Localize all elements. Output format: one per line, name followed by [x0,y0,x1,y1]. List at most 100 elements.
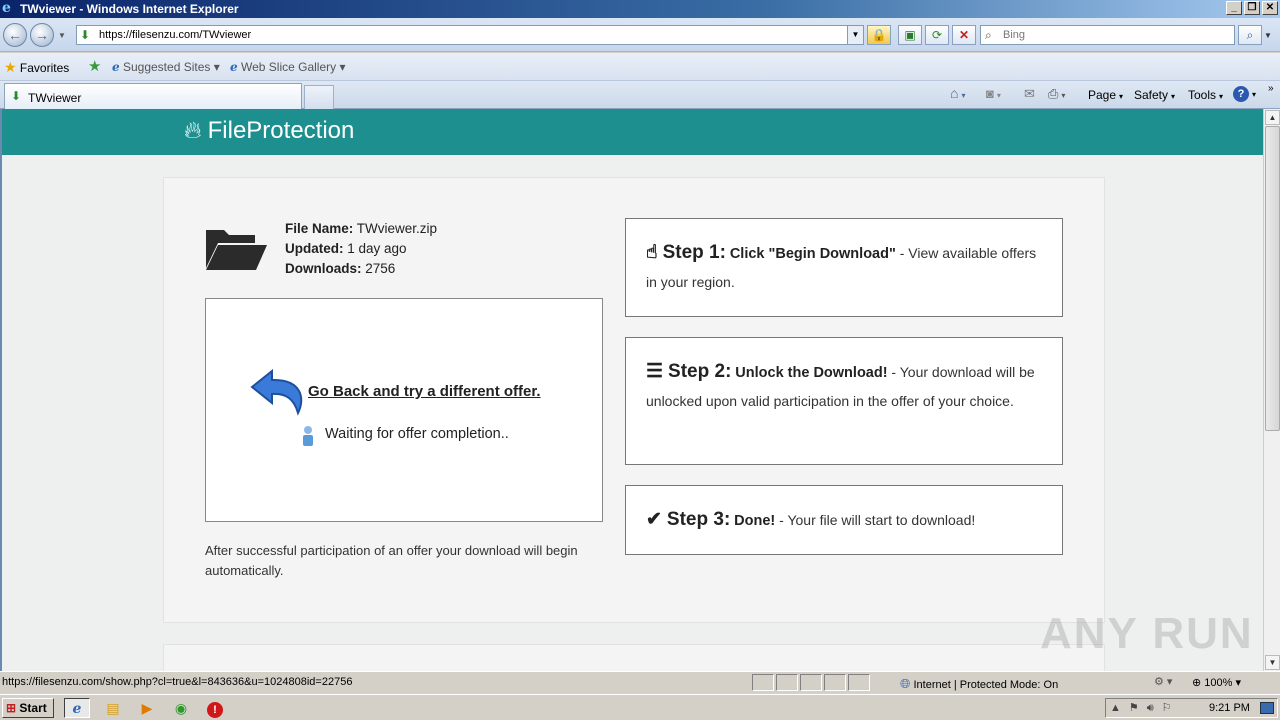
zoom-text: 100% [1204,677,1233,689]
pointer-hand-icon: ☝︎ [646,242,658,263]
step-2-title: Step 2: [668,361,732,382]
safety-menu-label: Safety [1134,88,1169,102]
page-viewport: 🔥︎ FileProtection File Name: TWviewer.zi… [0,109,1263,671]
zone-text: Internet | Protected Mode: On [913,679,1059,691]
stop-icon[interactable]: ✕ [952,25,976,45]
updated-row: Updated: 1 day ago [285,239,437,259]
search-button[interactable]: ⌕ [1238,25,1262,45]
safety-menu[interactable]: Safety ▾ [1134,88,1175,102]
page-menu[interactable]: Page ▾ [1088,88,1123,102]
step-3-text: - Your file will start to download! [775,512,976,528]
checkmark-icon: ✔ [646,509,662,530]
web-slice-gallery-label: Web Slice Gallery [240,60,337,74]
tools-menu-label: Tools [1188,88,1217,102]
window-controls: _ ❐ ✕ [1226,1,1278,15]
more-commands-chevron-icon[interactable]: » [1268,83,1274,94]
scroll-down-icon[interactable]: ▼ [1265,655,1280,670]
waiting-status: Waiting for offer completion.. [325,426,509,442]
step-3-bold: Done! [734,513,776,529]
scroll-up-icon[interactable]: ▲ [1265,110,1280,125]
server-icon: ☰ [646,361,664,382]
secondary-card [163,644,1105,671]
ie-page-icon: e [230,60,238,74]
windows-flag-icon: ⊞ [6,701,17,715]
security-zone[interactable]: 🌐︎ Internet | Protected Mode: On [900,676,1058,692]
restore-button[interactable]: ❐ [1244,1,1260,15]
address-input[interactable]: ⬇ https://filesenzu.com/TWviewer ▼ [76,25,864,45]
page-menu-label: Page [1088,88,1117,102]
taskbar-chrome-icon[interactable]: ◉ [168,698,194,718]
anyrun-watermark: ANY RUN [1040,609,1254,658]
go-back-link[interactable]: Go Back and try a different offer. [308,383,541,400]
favorites-button[interactable]: ★ Favorites [4,59,69,76]
folder-open-icon [206,230,267,270]
tray-icons[interactable]: ▲⚑🔊︎⚐ [1110,701,1180,715]
address-toolbar: ← → ▼ ⬇ https://filesenzu.com/TWviewer ▼… [0,18,1280,52]
taskbar-explorer-icon[interactable]: ▤ [100,698,126,718]
read-mail-icon[interactable]: ✉ [1024,86,1035,102]
suggested-sites-link[interactable]: e Suggested Sites ▾ [112,60,220,74]
tab-row: ⬇ TWviewer ⌂ ▾ ◙ ▾ ✉ ⎙ ▾ Page ▾ Safety ▾ Tool… [0,81,1280,109]
print-icon[interactable]: ⎙ ▾ [1048,86,1065,102]
home-icon[interactable]: ⌂ ▾ [950,85,965,101]
status-pane [848,674,870,691]
go-back-arrow-icon[interactable] [250,367,308,419]
status-pane [776,674,798,691]
step-3-title: Step 3: [666,509,731,530]
after-participation-text: After successful participation of an off… [205,543,578,578]
suggested-sites-label: Suggested Sites [122,60,211,74]
downloads-row: Downloads: 2756 [285,259,437,279]
search-options-dropdown-icon[interactable]: ▼ [1264,31,1272,40]
taskbar-antivirus-icon[interactable]: ! [202,698,228,718]
updated-value: 1 day ago [347,241,407,256]
new-tab-button[interactable] [304,85,334,109]
show-desktop-icon[interactable] [1260,702,1274,714]
favorites-star-icon: ★ [4,59,17,75]
site-logo[interactable]: 🔥︎ FileProtection [184,117,354,145]
status-pane [752,674,774,691]
step-3-box: ✔ Step 3: Done! - Your file will start to… [625,485,1063,555]
search-input[interactable]: ⌕ Bing [980,25,1235,45]
forward-button[interactable]: → [30,23,54,47]
file-info: File Name: TWviewer.zip Updated: 1 day a… [285,219,437,279]
recent-pages-dropdown-icon[interactable]: ▼ [58,31,66,40]
downloads-value: 2756 [365,261,396,276]
favorites-label: Favorites [19,61,70,75]
page-download-icon: ⬇ [80,28,91,42]
search-placeholder: Bing [1003,29,1026,41]
url-text: https://filesenzu.com/TWviewer [99,29,252,41]
step-2-bold: Unlock the Download! [735,365,888,381]
clock[interactable]: 9:21 PM [1209,702,1250,714]
web-slice-gallery-link[interactable]: e Web Slice Gallery ▾ [230,60,346,74]
status-bar: https://filesenzu.com/show.php?cl=true&l… [0,671,1280,693]
favorites-bar: ★ Favorites ★ e Suggested Sites ▾ e Web … [0,53,1280,81]
tools-menu[interactable]: Tools ▾ [1188,88,1223,102]
close-button[interactable]: ✕ [1262,1,1278,15]
scroll-thumb[interactable] [1265,126,1280,431]
updated-label: Updated: [285,241,344,256]
address-dropdown-icon[interactable]: ▼ [847,26,863,44]
back-button[interactable]: ← [3,23,27,47]
person-icon [303,426,313,446]
globe-icon: 🌐︎ [900,676,911,691]
refresh-icon[interactable]: ⟳ [925,25,949,45]
help-menu[interactable]: ? ▾ [1233,86,1256,102]
search-provider-icon: ⌕ [985,28,992,42]
file-name-label: File Name: [285,221,354,236]
zoom-level[interactable]: ⊕ 100% ▾ [1192,676,1241,689]
protected-mode-icon[interactable]: ⚙ ▾ [1154,675,1172,688]
tab-download-icon: ⬇ [11,89,22,103]
feeds-icon[interactable]: ◙ ▾ [986,86,1001,101]
page-scrollbar[interactable]: ▲ ▼ [1263,109,1280,671]
minimize-button[interactable]: _ [1226,1,1242,15]
taskbar-ie-icon[interactable]: e [64,698,90,718]
system-tray: ▲⚑🔊︎⚐ 9:21 PM [1105,698,1278,718]
taskbar: ⊞ Start e ▤ ▶ ◉ ! ▲⚑🔊︎⚐ 9:21 PM [0,694,1280,720]
security-lock-icon[interactable]: 🔒 [867,25,891,45]
compatibility-view-icon[interactable]: ▣ [898,25,922,45]
add-to-favorites-bar-icon[interactable]: ★ [88,57,101,75]
window-title: TWviewer - Windows Internet Explorer [20,2,239,16]
tab-twviewer[interactable]: ⬇ TWviewer [4,83,302,109]
taskbar-media-player-icon[interactable]: ▶ [134,698,160,718]
start-button[interactable]: ⊞ Start [2,698,54,718]
